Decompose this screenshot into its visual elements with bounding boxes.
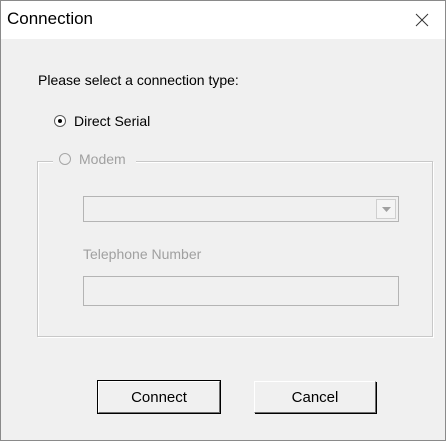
chevron-down-icon [381,206,391,212]
telephone-number-field[interactable] [83,276,399,306]
title-bar[interactable]: Connection [1,1,445,39]
direct-serial-label: Direct Serial [74,113,151,129]
connection-type-prompt: Please select a connection type: [38,72,239,88]
close-button[interactable] [399,1,445,39]
modem-radio[interactable] [59,153,71,165]
modem-label: Modem [79,151,126,167]
close-icon [415,13,429,27]
telephone-number-label: Telephone Number [83,246,202,262]
connect-button[interactable]: Connect [97,380,221,414]
direct-serial-radio[interactable] [54,115,66,127]
window-title: Connection [7,9,94,28]
cancel-button[interactable]: Cancel [254,381,376,413]
direct-serial-option[interactable]: Direct Serial [54,113,150,129]
dropdown-button[interactable] [376,199,396,219]
connection-dialog: Connection Please select a connection ty… [0,0,446,441]
modem-option[interactable]: Modem [53,151,136,167]
modem-device-select[interactable] [83,196,399,222]
dialog-body: Please select a connection type: Direct … [1,39,445,440]
